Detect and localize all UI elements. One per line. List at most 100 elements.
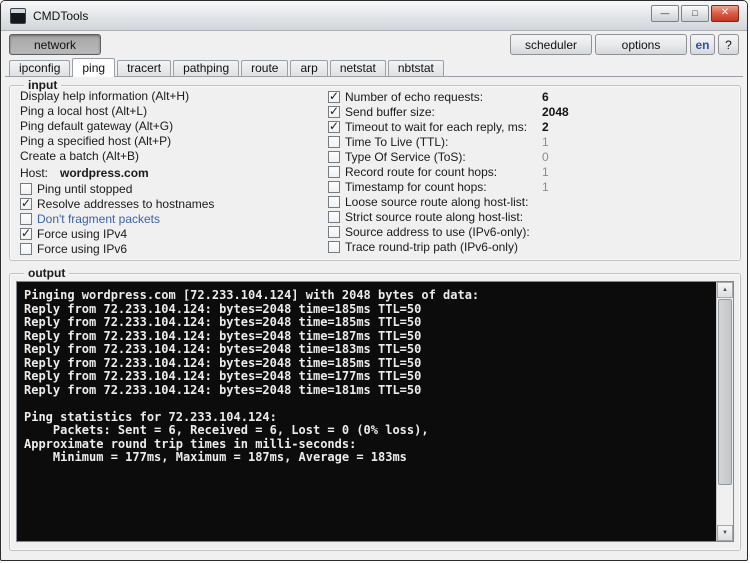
checkbox-label: Trace round-trip path (IPv6-only) <box>345 239 518 254</box>
checkbox-row[interactable]: Loose source route along host-list: <box>328 194 732 209</box>
minimize-icon: — <box>660 7 670 18</box>
command-label: Create a batch (Alt+B) <box>20 149 140 163</box>
command-link[interactable]: Display help information (Alt+H) <box>20 89 320 104</box>
help-button[interactable]: ? <box>718 34 739 55</box>
checkbox[interactable] <box>328 180 340 193</box>
console-line: Pinging wordpress.com [72.233.104.124] w… <box>24 288 716 303</box>
command-link[interactable]: Ping a specified host (Alt+P) <box>20 134 320 149</box>
checkbox[interactable] <box>328 225 340 238</box>
console-scrollbar[interactable]: ▲ ▼ <box>716 282 733 541</box>
tab[interactable]: netstat <box>329 60 386 76</box>
console-line: Packets: Sent = 6, Received = 6, Lost = … <box>24 423 716 438</box>
options-button[interactable]: options <box>595 34 687 55</box>
app-window: CMDTools — □ ✕ network scheduler options… <box>0 0 748 561</box>
option-value-field[interactable]: 2 <box>542 120 549 134</box>
command-link[interactable]: Create a batch (Alt+B) <box>20 149 320 164</box>
close-button[interactable]: ✕ <box>711 5 739 22</box>
checkbox[interactable] <box>328 240 340 253</box>
checkbox-row[interactable]: Record route for count hops: 1 <box>328 164 732 179</box>
command-link[interactable]: Ping a local host (Alt+L) <box>20 104 320 119</box>
checkbox[interactable] <box>328 195 340 208</box>
checkbox[interactable] <box>20 226 32 240</box>
checkbox-row[interactable]: Force using IPv6 <box>20 241 320 256</box>
console-line: Reply from 72.233.104.124: bytes=2048 ti… <box>24 328 716 344</box>
tab[interactable]: ipconfig <box>9 60 71 76</box>
tab[interactable]: route <box>241 60 289 76</box>
tab-strip: ipconfig ping tracert pathping route arp netst… <box>5 58 743 77</box>
tab[interactable]: tracert <box>117 60 172 76</box>
checkbox-row[interactable]: Type Of Service (ToS): 0 <box>328 149 732 164</box>
network-button[interactable]: network <box>9 34 101 55</box>
checkbox-row[interactable]: Timeout to wait for each reply, ms: 2 <box>328 119 732 134</box>
maximize-icon: □ <box>692 7 698 18</box>
option-value-field[interactable]: 1 <box>542 180 549 194</box>
titlebar[interactable]: CMDTools — □ ✕ <box>1 1 747 31</box>
tab-label: route <box>251 61 279 75</box>
checkbox-row[interactable]: Timestamp for count hops: 1 <box>328 179 732 194</box>
scheduler-button[interactable]: scheduler <box>510 34 592 55</box>
console-line-text: Pinging wordpress.com [72.233.104.124] w… <box>24 288 480 302</box>
checkbox[interactable] <box>20 212 32 225</box>
console-line: Reply from 72.233.104.124: bytes=2048 ti… <box>24 342 716 357</box>
scroll-down-button[interactable]: ▼ <box>717 525 733 541</box>
tab[interactable]: ping <box>72 58 116 77</box>
checkbox-label: Ping until stopped <box>37 181 133 196</box>
option-value-field[interactable]: 1 <box>542 165 549 179</box>
host-label: Host: <box>20 166 49 180</box>
option-value-field[interactable]: 6 <box>542 90 549 104</box>
checkbox[interactable] <box>20 182 32 195</box>
checkbox-row[interactable]: Time To Live (TTL): 1 <box>328 134 732 149</box>
checkbox-row[interactable]: Don't fragment packets <box>20 211 320 226</box>
console-line: Approximate round trip times in milli-se… <box>24 437 716 452</box>
console-line-text: Reply from 72.233.104.124: bytes=2048 ti… <box>24 328 422 343</box>
tab[interactable]: arp <box>290 60 328 76</box>
checkbox[interactable] <box>328 104 340 118</box>
output-group-label: output <box>24 266 70 280</box>
checkbox[interactable] <box>328 119 340 133</box>
window-title: CMDTools <box>33 9 89 23</box>
option-value-field[interactable]: 0 <box>542 150 549 164</box>
language-button[interactable]: en <box>690 34 715 55</box>
tab-label: arp <box>300 61 318 75</box>
console-line: Reply from 72.233.104.124: bytes=2048 ti… <box>24 302 716 317</box>
command-link[interactable]: Ping default gateway (Alt+G) <box>20 119 320 134</box>
checkbox[interactable] <box>328 135 340 148</box>
checkbox-row[interactable]: Force using IPv4 <box>20 226 320 241</box>
checkbox-label: Timeout to wait for each reply, ms: <box>345 119 528 134</box>
minimize-button[interactable]: — <box>651 5 679 22</box>
checkbox-row[interactable]: Send buffer size: 2048 <box>328 104 732 119</box>
option-value-field[interactable]: 1 <box>542 135 549 149</box>
checkbox-label: Force using IPv6 <box>37 241 128 256</box>
checkbox[interactable] <box>20 242 32 255</box>
checkbox[interactable] <box>328 165 340 178</box>
checkbox-label: Source address to use (IPv6-only): <box>345 224 530 239</box>
checkbox-label: Type Of Service (ToS): <box>345 149 466 164</box>
checkbox[interactable] <box>328 210 340 223</box>
scrollbar-thumb[interactable] <box>718 299 732 485</box>
checkbox-row[interactable]: Ping until stopped <box>20 181 320 196</box>
tab[interactable]: pathping <box>173 60 240 76</box>
output-group: output Pinging wordpress.com [72.233.104… <box>9 266 741 551</box>
input-right-column: Number of echo requests: 6 Send buffer s… <box>328 89 732 254</box>
option-value-field[interactable]: 2048 <box>542 105 569 119</box>
checkbox-row[interactable]: Trace round-trip path (IPv6-only) <box>328 239 732 254</box>
checkbox[interactable] <box>328 150 340 163</box>
host-input[interactable]: wordpress.com <box>60 166 149 180</box>
scroll-up-button[interactable]: ▲ <box>717 282 733 298</box>
checkbox-row[interactable]: Source address to use (IPv6-only): <box>328 224 732 239</box>
checkbox-label: Record route for count hops: <box>345 164 498 179</box>
maximize-button[interactable]: □ <box>681 5 709 22</box>
console-line-text: Minimum = 177ms, Maximum = 187ms, Averag… <box>24 450 407 464</box>
checkbox-row[interactable]: Number of echo requests: 6 <box>328 89 732 104</box>
scroll-up-icon: ▲ <box>722 287 728 293</box>
tab[interactable]: nbtstat <box>387 60 444 76</box>
checkbox[interactable] <box>328 89 340 103</box>
checkbox-row[interactable]: Strict source route along host-list: <box>328 209 732 224</box>
console-line-text: Reply from 72.233.104.124: bytes=2048 ti… <box>24 315 422 329</box>
scroll-down-icon: ▼ <box>722 530 728 536</box>
checkbox[interactable] <box>20 196 32 210</box>
command-label: Ping a specified host (Alt+P) <box>20 134 172 148</box>
checkbox-label: Time To Live (TTL): <box>345 134 449 149</box>
console-line-text: Reply from 72.233.104.124: bytes=2048 ti… <box>24 369 422 383</box>
checkbox-row[interactable]: Resolve addresses to hostnames <box>20 196 320 211</box>
